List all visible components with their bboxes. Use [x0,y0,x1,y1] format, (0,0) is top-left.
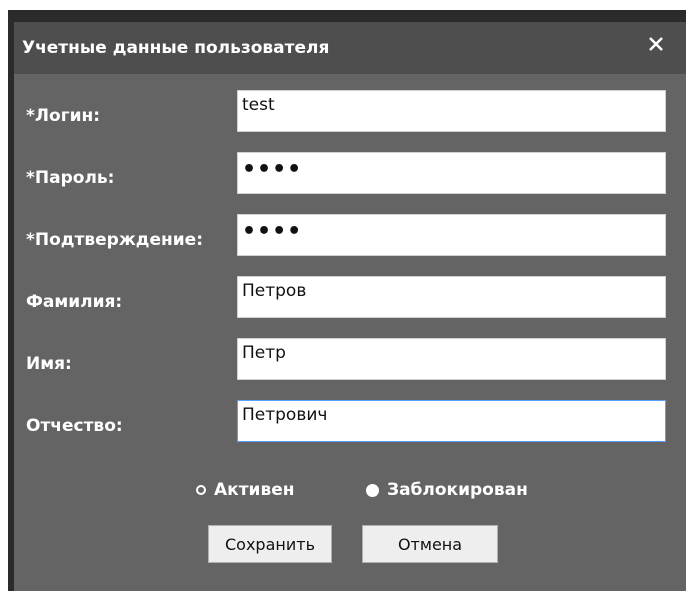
dialog-titlebar: Учетные данные пользователя [14,22,686,74]
confirm-password-value: •••• [242,219,303,244]
first-name-value: Петр [242,343,286,363]
first-name-field[interactable]: Петр [237,338,666,380]
confirm-password-label: *Подтверждение: [26,230,203,250]
status-radio-blocked[interactable]: Заблокирован [366,478,528,502]
first-name-label: Имя: [26,354,72,374]
cancel-button[interactable]: Отмена [362,525,498,563]
patronymic-field[interactable]: Петрович [237,400,666,442]
password-value: •••• [242,157,303,182]
patronymic-value: Петрович [242,405,328,425]
login-field[interactable]: test [237,90,666,132]
last-name-value: Петров [242,281,307,301]
user-credentials-dialog: Учетные данные пользователя *Логин: test… [14,22,686,591]
confirm-password-field[interactable]: •••• [237,214,666,256]
last-name-field[interactable]: Петров [237,276,666,318]
radio-empty-icon [196,485,206,495]
status-blocked-label: Заблокирован [387,480,528,500]
login-label: *Логин: [26,106,101,126]
status-active-label: Активен [214,480,295,500]
status-radio-active[interactable]: Активен [196,478,295,502]
password-field[interactable]: •••• [237,152,666,194]
save-button[interactable]: Сохранить [208,525,332,563]
login-value: test [242,95,275,115]
radio-filled-icon [366,483,379,497]
close-icon[interactable] [642,30,670,58]
patronymic-label: Отчество: [26,416,123,436]
last-name-label: Фамилия: [26,292,123,312]
dialog-title: Учетные данные пользователя [22,38,330,58]
password-label: *Пароль: [26,168,115,188]
